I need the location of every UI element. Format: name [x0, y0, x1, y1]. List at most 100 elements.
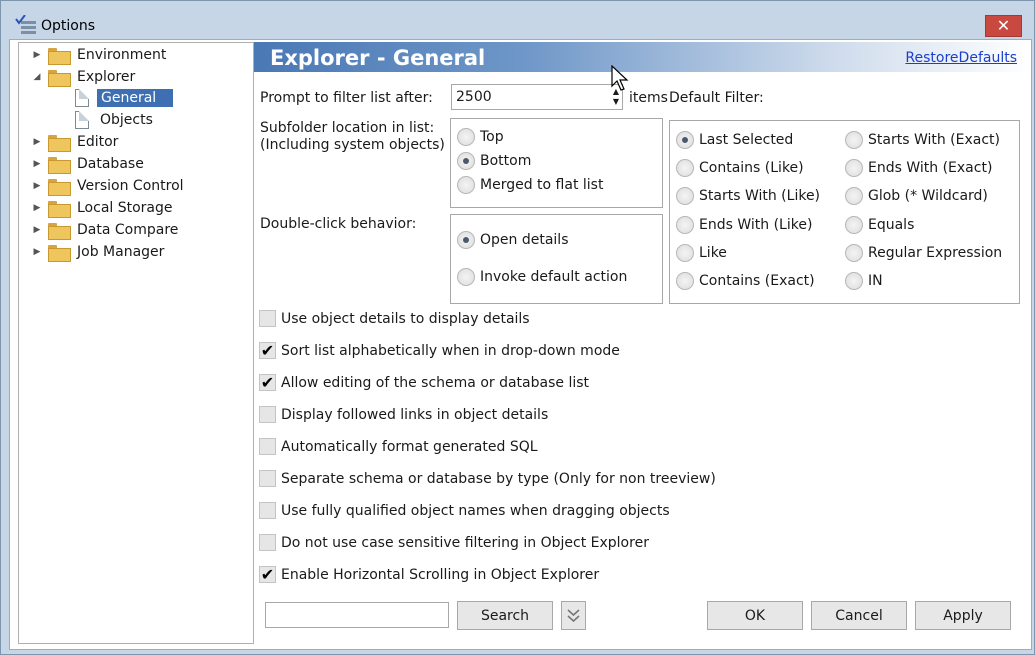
expand-arrow-icon[interactable]: ▶ — [31, 159, 43, 169]
spin-down-icon[interactable]: ▼ — [613, 98, 619, 106]
radio-button[interactable] — [845, 244, 863, 262]
checkbox[interactable]: ✔ — [259, 374, 276, 391]
options-check-icon — [15, 15, 36, 34]
expand-arrow-icon[interactable]: ▶ — [31, 181, 43, 191]
radio-button[interactable] — [676, 272, 694, 290]
tree-item-label: General — [97, 89, 173, 107]
checkbox-horizontal-scrolling[interactable]: ✔ Enable Horizontal Scrolling in Object … — [259, 566, 599, 583]
subfolder-bottom-radio[interactable]: Bottom — [457, 152, 531, 170]
checkbox[interactable]: ✔ — [259, 342, 276, 359]
double-click-radio-group: Open details Invoke default action — [450, 214, 663, 304]
filter-regex-radio[interactable]: Regular Expression — [845, 244, 1002, 262]
radio-button[interactable] — [845, 159, 863, 177]
checkbox-separate-schema[interactable]: Separate schema or database by type (Onl… — [259, 470, 716, 487]
expand-arrow-icon[interactable]: ▶ — [31, 225, 43, 235]
filter-contains-like-radio[interactable]: Contains (Like) — [676, 159, 804, 177]
expand-arrow-icon[interactable]: ▶ — [31, 137, 43, 147]
title-bar[interactable]: Options ✕ — [1, 1, 1034, 41]
radio-button[interactable] — [845, 131, 863, 149]
radio-button[interactable] — [676, 131, 694, 149]
filter-ends-with-like-radio[interactable]: Ends With (Like) — [676, 216, 812, 234]
cancel-button[interactable]: Cancel — [811, 601, 907, 630]
checkbox-display-followed-links[interactable]: Display followed links in object details — [259, 406, 548, 423]
search-input[interactable] — [265, 602, 449, 628]
checkbox-label: Enable Horizontal Scrolling in Object Ex… — [281, 566, 600, 583]
radio-button[interactable] — [457, 268, 475, 286]
checkbox-label: Use object details to display details — [281, 310, 530, 327]
folder-icon — [48, 156, 71, 174]
radio-label: Like — [699, 245, 727, 261]
checkbox-label: Display followed links in object details — [281, 406, 549, 423]
checkbox-allow-editing-schema[interactable]: ✔ Allow editing of the schema or databas… — [259, 374, 589, 391]
radio-button[interactable] — [676, 159, 694, 177]
checkbox-case-insensitive-filter[interactable]: Do not use case sensitive filtering in O… — [259, 534, 649, 551]
expand-arrow-icon[interactable]: ▶ — [31, 247, 43, 257]
checkbox[interactable] — [259, 470, 276, 487]
filter-starts-with-like-radio[interactable]: Starts With (Like) — [676, 187, 820, 205]
default-filter-radio-group: Last Selected Contains (Like) Starts Wit… — [669, 120, 1020, 304]
tree-item-data-compare[interactable]: ▶ Data Compare — [31, 220, 181, 240]
search-options-button[interactable] — [561, 601, 586, 630]
checkbox-fully-qualified-names[interactable]: Use fully qualified object names when dr… — [259, 502, 670, 519]
checkbox[interactable] — [259, 406, 276, 423]
tree-item-objects[interactable]: Objects — [75, 110, 156, 130]
radio-button[interactable] — [457, 176, 475, 194]
prompt-filter-label: Prompt to filter list after: — [260, 90, 433, 106]
options-tree[interactable]: ▶ Environment ◢ Explorer General Objects… — [18, 42, 254, 644]
tree-item-editor[interactable]: ▶ Editor — [31, 132, 121, 152]
mouse-pointer-icon — [611, 65, 629, 91]
radio-button[interactable] — [845, 187, 863, 205]
restore-defaults-link[interactable]: RestoreDefaults — [905, 50, 1017, 66]
subfolder-top-radio[interactable]: Top — [457, 128, 504, 146]
radio-button[interactable] — [845, 216, 863, 234]
radio-button[interactable] — [457, 128, 475, 146]
invoke-default-radio[interactable]: Invoke default action — [457, 268, 627, 286]
subfolder-merged-radio[interactable]: Merged to flat list — [457, 176, 603, 194]
search-button[interactable]: Search — [457, 601, 553, 630]
ok-button[interactable]: OK — [707, 601, 803, 630]
radio-button[interactable] — [676, 216, 694, 234]
radio-button[interactable] — [457, 152, 475, 170]
checkbox-auto-format-sql[interactable]: Automatically format generated SQL — [259, 438, 538, 455]
checkbox-use-object-details[interactable]: Use object details to display details — [259, 310, 530, 327]
checkbox[interactable] — [259, 502, 276, 519]
double-chevron-down-icon — [567, 609, 580, 623]
apply-button[interactable]: Apply — [915, 601, 1011, 630]
tree-item-environment[interactable]: ▶ Environment — [31, 45, 169, 65]
checkbox-label: Allow editing of the schema or database … — [281, 374, 590, 391]
prompt-filter-value[interactable]: 2500 — [456, 89, 492, 105]
checkbox[interactable] — [259, 310, 276, 327]
tree-item-database[interactable]: ▶ Database — [31, 154, 147, 174]
tree-item-general[interactable]: General — [75, 88, 173, 108]
filter-in-radio[interactable]: IN — [845, 272, 883, 290]
filter-last-selected-radio[interactable]: Last Selected — [676, 131, 793, 149]
double-click-label: Double-click behavior: — [260, 216, 417, 232]
filter-glob-radio[interactable]: Glob (* Wildcard) — [845, 187, 988, 205]
close-button[interactable]: ✕ — [985, 15, 1022, 37]
expand-arrow-icon[interactable]: ▶ — [31, 50, 43, 60]
checkbox[interactable] — [259, 534, 276, 551]
expand-arrow-icon[interactable]: ▶ — [31, 203, 43, 213]
open-details-radio[interactable]: Open details — [457, 231, 568, 249]
collapse-arrow-icon[interactable]: ◢ — [31, 72, 43, 82]
tree-item-version-control[interactable]: ▶ Version Control — [31, 176, 187, 196]
tree-item-explorer[interactable]: ◢ Explorer — [31, 67, 138, 87]
filter-ends-with-exact-radio[interactable]: Ends With (Exact) — [845, 159, 992, 177]
checkbox[interactable] — [259, 438, 276, 455]
folder-icon — [48, 178, 71, 196]
checkbox-sort-alphabetically[interactable]: ✔ Sort list alphabetically when in drop-… — [259, 342, 620, 359]
filter-like-radio[interactable]: Like — [676, 244, 727, 262]
tree-item-local-storage[interactable]: ▶ Local Storage — [31, 198, 176, 218]
tree-item-label: Version Control — [77, 178, 184, 194]
checkbox[interactable]: ✔ — [259, 566, 276, 583]
dialog-client: ▶ Environment ◢ Explorer General Objects… — [9, 39, 1032, 650]
tree-item-job-manager[interactable]: ▶ Job Manager — [31, 242, 167, 262]
filter-starts-with-exact-radio[interactable]: Starts With (Exact) — [845, 131, 1000, 149]
filter-contains-exact-radio[interactable]: Contains (Exact) — [676, 272, 815, 290]
prompt-filter-spinner[interactable]: 2500 ▲ ▼ — [451, 84, 623, 110]
filter-equals-radio[interactable]: Equals — [845, 216, 914, 234]
radio-button[interactable] — [845, 272, 863, 290]
radio-button[interactable] — [457, 231, 475, 249]
radio-button[interactable] — [676, 187, 694, 205]
radio-button[interactable] — [676, 244, 694, 262]
